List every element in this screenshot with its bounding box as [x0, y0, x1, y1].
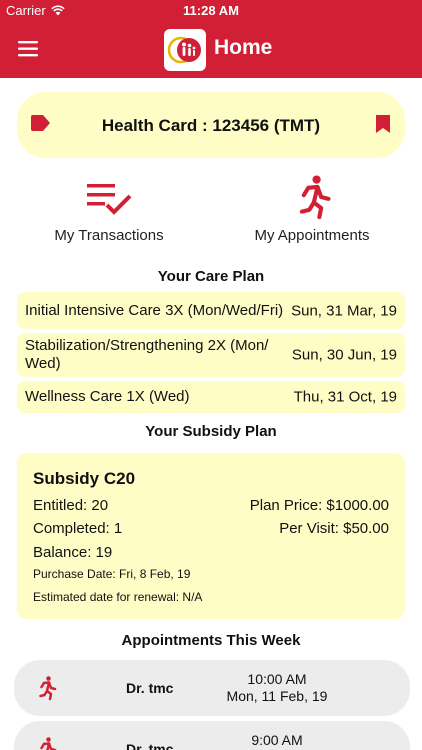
page-title: Home — [214, 36, 273, 59]
care-plan-item-name: Wellness Care 1X (Wed) — [25, 388, 190, 405]
my-appointments-label: My Appointments — [254, 227, 370, 244]
appointment-doctor: Dr. tmc — [126, 680, 174, 696]
care-plan-item-date: Sun, 30 Jun, 19 — [291, 346, 397, 364]
entitled-count: Entitled: 20 — [33, 497, 109, 514]
appointments-heading: Appointments This Week — [121, 632, 301, 649]
my-appointments-button[interactable]: My Appointments — [212, 175, 412, 244]
menu-button[interactable] — [16, 38, 42, 60]
appointment-row[interactable]: Dr. tmc 10:00 AM Mon, 11 Feb, 19 — [14, 660, 410, 716]
care-plan-item[interactable]: Initial Intensive Care 3X (Mon/Wed/Fri) … — [17, 292, 405, 329]
subsidy-name: Subsidy C20 — [33, 469, 136, 488]
appointment-time: 10:00 AM — [247, 671, 307, 687]
appointment-time: 9:00 AM — [251, 732, 303, 748]
appointment-date: Mon, 11 Feb, 19 — [226, 688, 328, 704]
family-logo-icon — [167, 36, 201, 64]
bookmark-icon[interactable] — [375, 114, 391, 134]
purchase-date: Purchase Date: Fri, 8 Feb, 19 — [33, 567, 191, 581]
care-plan-item-name: Stabilization/Strengthening 2X (Mon/ Wed… — [25, 337, 269, 372]
care-plan-item[interactable]: Wellness Care 1X (Wed) Thu, 31 Oct, 19 — [17, 381, 405, 413]
care-plan-item-date: Thu, 31 Oct, 19 — [293, 388, 397, 406]
plan-price: Plan Price: $1000.00 — [249, 497, 389, 514]
subsidy-plan-heading: Your Subsidy Plan — [145, 423, 277, 440]
app-logo — [164, 29, 206, 71]
balance-count: Balance: 19 — [33, 544, 113, 561]
care-plan-item-date: Sun, 31 Mar, 19 — [291, 302, 397, 319]
health-card-banner[interactable]: Health Card : 123456 (TMT) — [17, 92, 405, 158]
subsidy-plan-card[interactable]: Subsidy C20 Entitled: 20 Plan Price: $10… — [17, 453, 405, 619]
care-plan-heading: Your Care Plan — [157, 268, 265, 285]
health-card-number: Health Card : 123456 (TMT) — [101, 116, 321, 135]
status-bar: Carrier 11:28 AM — [0, 0, 422, 22]
running-person-icon — [40, 737, 57, 750]
nav-bar: Home — [0, 22, 422, 78]
renewal-date: Estimated date for renewal: N/A — [33, 590, 203, 604]
per-visit-price: Per Visit: $50.00 — [279, 520, 389, 537]
appointment-row[interactable]: Dr. tmc 9:00 AM — [14, 721, 410, 750]
care-plan-item[interactable]: Stabilization/Strengthening 2X (Mon/ Wed… — [17, 333, 405, 377]
running-person-icon — [39, 676, 57, 701]
hamburger-icon — [18, 41, 38, 57]
my-transactions-label: My Transactions — [54, 227, 164, 244]
completed-count: Completed: 1 — [33, 520, 123, 537]
clock: 11:28 AM — [183, 3, 239, 18]
care-plan-item-name: Initial Intensive Care 3X (Mon/Wed/Fri) — [25, 301, 284, 319]
my-transactions-button[interactable]: My Transactions — [9, 175, 209, 244]
running-person-icon — [299, 175, 331, 219]
appointment-doctor: Dr. tmc — [126, 741, 174, 750]
checklist-icon — [87, 184, 132, 215]
